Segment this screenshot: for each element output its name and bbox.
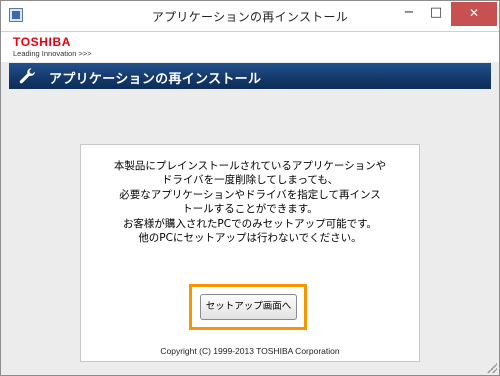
minimize-button[interactable]: − (396, 2, 422, 26)
content-area: 本製品にプレインストールされているアプリケーションや ドライバを一度削除してしま… (9, 89, 491, 367)
copyright-text: Copyright (C) 1999-2013 TOSHIBA Corporat… (160, 346, 340, 356)
app-window: アプリケーションの再インストール − □ ✕ TOSHIBA Leading I… (0, 0, 500, 376)
title-bar: アプリケーションの再インストール − □ ✕ (1, 1, 499, 32)
message-line: 他のPCにセットアップは行わないでください。 (138, 232, 362, 245)
close-button[interactable]: ✕ (451, 2, 497, 26)
info-message: 本製品にプレインストールされているアプリケーションや ドライバを一度削除してしま… (87, 159, 413, 245)
resize-grip[interactable] (487, 363, 497, 373)
message-line: トールすることができます。 (182, 203, 318, 216)
wrench-icon (19, 68, 35, 84)
toshiba-logo: TOSHIBA (13, 35, 71, 49)
info-panel: 本製品にプレインストールされているアプリケーションや ドライバを一度削除してしま… (80, 144, 420, 362)
button-highlight-frame: セットアップ画面へ (189, 284, 307, 330)
message-line: お客様が購入されたPCでのみセットアップ可能です。 (122, 217, 378, 230)
title-banner: アプリケーションの再インストール (9, 63, 491, 89)
setup-screen-button[interactable]: セットアップ画面へ (200, 294, 297, 320)
message-line: 必要なアプリケーションやドライバを指定して再インス (119, 188, 381, 201)
banner-title: アプリケーションの再インストール (49, 72, 262, 87)
message-line: 本製品にプレインストールされているアプリケーションや (113, 160, 387, 172)
message-line: ドライバを一度削除してしまっても、 (161, 174, 339, 187)
brand-header: TOSHIBA Leading Innovation >>> (1, 32, 499, 62)
brand-tagline: Leading Innovation >>> (13, 49, 92, 58)
maximize-button[interactable]: □ (423, 2, 449, 26)
